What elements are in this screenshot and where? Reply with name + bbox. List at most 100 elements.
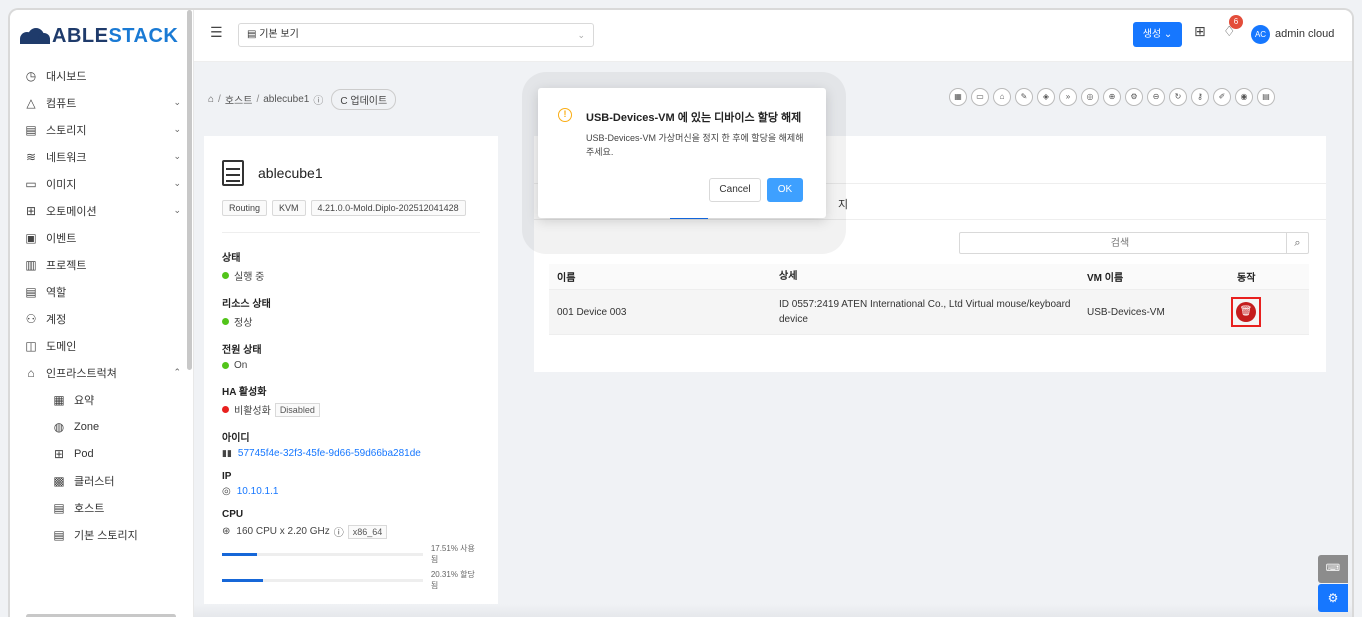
- host-icon: ▤: [53, 500, 65, 515]
- sidebar-item-automation[interactable]: ⊞ 오토메이션 ⌄: [10, 197, 193, 224]
- sidebar-item-zone[interactable]: ◍ Zone: [10, 413, 193, 440]
- sidebar-item-network[interactable]: ≋ 네트워크 ⌄: [10, 143, 193, 170]
- minus-icon[interactable]: ⊖: [1147, 88, 1165, 106]
- tag-hypervisor: KVM: [272, 200, 306, 216]
- sidebar-item-account[interactable]: ⚇ 계정: [10, 305, 193, 332]
- chevron-icon: ⌃: [173, 367, 181, 377]
- column-header[interactable]: 이름: [549, 269, 771, 284]
- sidebar-item-summary[interactable]: ▦ 요약: [10, 386, 193, 413]
- delete-button[interactable]: 🗑: [1236, 302, 1256, 322]
- shield-icon[interactable]: ◈: [1037, 88, 1055, 106]
- sidebar-item-project[interactable]: ▥ 프로젝트: [10, 251, 193, 278]
- avatar[interactable]: AC: [1251, 25, 1270, 44]
- id-label: 아이디: [222, 433, 250, 444]
- ha-value: 비활성화: [234, 406, 271, 417]
- summary-icon: ▦: [53, 392, 65, 407]
- menu-toggle-icon[interactable]: ☰: [210, 24, 223, 41]
- sidebar-item-cluster[interactable]: ▩ 클러스터: [10, 467, 193, 494]
- cpu-alloc-text: 20.31% 할당됨: [430, 570, 475, 590]
- update-button[interactable]: C 업데이트: [331, 89, 397, 110]
- search-icon[interactable]: ⌕: [1286, 233, 1308, 253]
- settings-icon[interactable]: ⚙: [1125, 88, 1143, 106]
- sidebar-item-compute[interactable]: △ 컴퓨트 ⌄: [10, 89, 193, 116]
- add-tab-icon[interactable]: ⊞: [1194, 23, 1206, 40]
- username[interactable]: admin cloud: [1275, 28, 1334, 40]
- storage-icon: ▤: [25, 122, 37, 137]
- sidebar-item-label: 클러스터: [74, 475, 115, 488]
- status-dot: [222, 318, 229, 325]
- sidebar-item-infrastructure[interactable]: ⌂ 인프라스트럭쳐 ⌃: [10, 359, 193, 386]
- console-icon[interactable]: ▭: [971, 88, 989, 106]
- ha-tag: Disabled: [274, 402, 320, 417]
- resource-state-label: 리소스 상태: [222, 299, 271, 310]
- status-dot: [222, 362, 229, 369]
- keyboard-icon[interactable]: ⌨: [1318, 555, 1348, 583]
- help-icon[interactable]: ⓘ: [334, 524, 344, 539]
- ok-button[interactable]: OK: [767, 178, 803, 202]
- sidebar-item-label: 인프라스트럭쳐: [46, 367, 117, 380]
- automation-icon: ⊞: [25, 203, 37, 218]
- state-label: 상태: [222, 253, 241, 264]
- report-icon[interactable]: ▤: [1257, 88, 1275, 106]
- trash-icon: 🗑: [1239, 306, 1253, 317]
- bank-icon: ⌂: [27, 365, 35, 380]
- forward-icon[interactable]: »: [1059, 88, 1077, 106]
- eye-icon[interactable]: ◉: [1235, 88, 1253, 106]
- cluster-icon: ▩: [53, 473, 65, 488]
- host-id[interactable]: 57745f4e-32f3-45fe-9d66-59d66ba281de: [238, 448, 421, 459]
- create-button[interactable]: 생성 ⌄: [1133, 22, 1182, 47]
- domain-icon: ◫: [25, 338, 37, 353]
- devices-table: 이름 상세 VM 이름 동작 001 Device 003 ID 0557:24…: [549, 264, 1309, 335]
- logo[interactable]: ABLE STACK: [10, 10, 193, 62]
- bank-icon[interactable]: ⌂: [993, 88, 1011, 106]
- sidebar-item-dashboard[interactable]: ◷ 대시보드: [10, 62, 193, 89]
- chevron-icon: ⌄: [173, 205, 181, 215]
- breadcrumb-hosts[interactable]: 호스트: [225, 92, 253, 107]
- table-header: 이름 상세 VM 이름 동작: [549, 264, 1309, 290]
- gear-icon[interactable]: ⚙: [1318, 584, 1348, 612]
- cpu-used-text: 17.51% 사용됨: [430, 544, 475, 564]
- home-icon[interactable]: ⌂: [208, 94, 214, 105]
- sidebar-item-storage[interactable]: ▤ 스토리지 ⌄: [10, 116, 193, 143]
- globe-icon: ◍: [53, 419, 65, 434]
- chip-icon: ⊛: [222, 526, 231, 537]
- view-select-value: ▤ 기본 보기: [247, 29, 299, 40]
- view-select[interactable]: ▤ 기본 보기 ⌄: [238, 23, 594, 47]
- wrench-icon[interactable]: ✐: [1213, 88, 1231, 106]
- sidebar-item-host[interactable]: ▤ 호스트: [10, 494, 193, 521]
- sidebar-item-role[interactable]: ▤ 역할: [10, 278, 193, 305]
- location-icon: ◎: [222, 486, 231, 497]
- column-header[interactable]: 상세: [771, 269, 1079, 284]
- sidebar-item-label: 도메인: [46, 340, 77, 353]
- role-icon: ▤: [25, 284, 37, 299]
- add-box-icon[interactable]: ⊕: [1103, 88, 1121, 106]
- sidebar-item-image[interactable]: ▭ 이미지 ⌄: [10, 170, 193, 197]
- sidebar-item-event[interactable]: ▣ 이벤트: [10, 224, 193, 251]
- status-dot: [222, 272, 229, 279]
- table-row[interactable]: 001 Device 003 ID 0557:2419 ATEN Interna…: [549, 290, 1309, 335]
- sidebar-menu: ◷ 대시보드 △ 컴퓨트 ⌄ ▤ 스토리지 ⌄ ≋ 네트워크 ⌄ ▭ 이미지 ⌄ ⊞ 오토메이션 ⌄ ▣ 이벤트 ▥ 프…: [10, 62, 193, 548]
- status-dot: [222, 406, 229, 413]
- edit-icon[interactable]: ✎: [1015, 88, 1033, 106]
- column-header[interactable]: VM 이름: [1079, 269, 1229, 284]
- wifi-icon: ≋: [25, 149, 37, 164]
- help-icon[interactable]: ⓘ: [313, 92, 323, 107]
- delete-highlight: 🗑: [1231, 297, 1261, 327]
- cancel-button[interactable]: Cancel: [709, 178, 761, 202]
- key-icon[interactable]: ⚷: [1191, 88, 1209, 106]
- compute-icon: △: [26, 95, 36, 110]
- chart-icon[interactable]: ▦: [949, 88, 967, 106]
- sidebar-item-primary-storage[interactable]: ▤ 기본 스토리지: [10, 521, 193, 548]
- device-vm: USB-Devices-VM: [1087, 306, 1165, 318]
- sidebar-scrollbar[interactable]: [187, 10, 192, 370]
- host-ip[interactable]: 10.10.1.1: [237, 486, 279, 497]
- sidebar-item-pod[interactable]: ⊞ Pod: [10, 440, 193, 467]
- redo-icon[interactable]: ↻: [1169, 88, 1187, 106]
- action-toolbar: ▦ ▭ ⌂ ✎ ◈ » ◎ ⊕ ⚙ ⊖ ↻ ⚷ ✐ ◉ ▤: [949, 88, 1279, 106]
- sidebar-item-domain[interactable]: ◫ 도메인: [10, 332, 193, 359]
- maintenance-icon[interactable]: ◎: [1081, 88, 1099, 106]
- resource-state-value: 정상: [234, 318, 253, 329]
- sidebar-item-label: 이벤트: [46, 232, 77, 245]
- pod-icon: ⊞: [53, 446, 65, 461]
- search-input[interactable]: [960, 233, 1280, 253]
